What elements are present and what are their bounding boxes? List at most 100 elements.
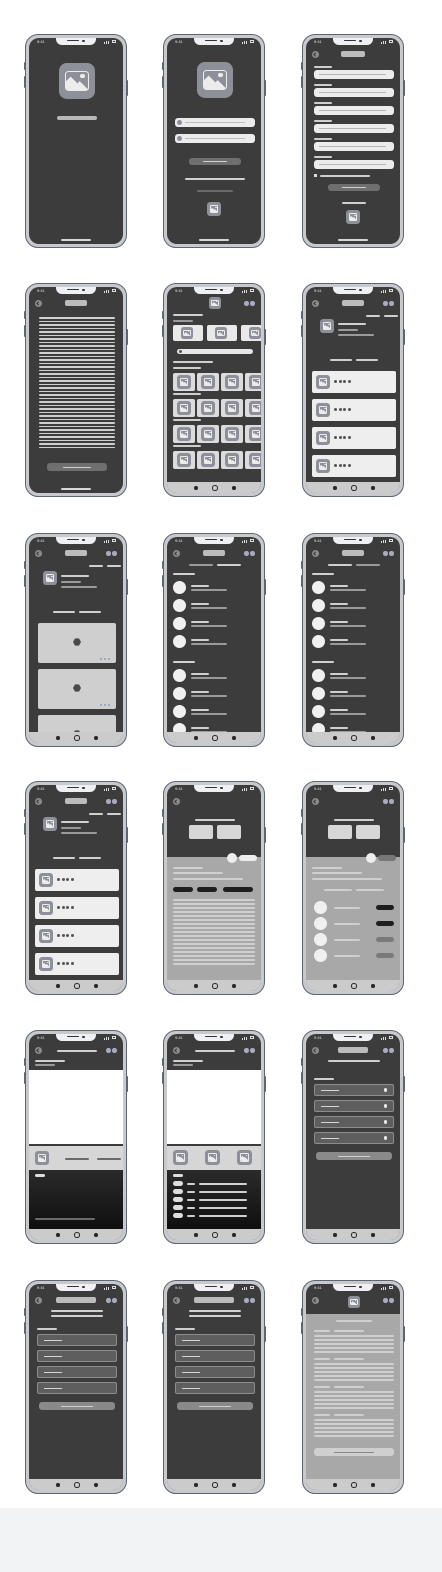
back-arrow-icon[interactable] (312, 1047, 319, 1054)
gallery-item[interactable] (197, 451, 219, 469)
gallery-item[interactable] (197, 425, 219, 443)
tab-camera-icon[interactable] (351, 1482, 357, 1488)
back-arrow-icon[interactable] (35, 1297, 42, 1304)
form-field-4[interactable] (314, 124, 394, 133)
back-arrow-icon[interactable] (173, 798, 180, 805)
featured-card[interactable] (173, 325, 203, 341)
tab-two[interactable] (356, 825, 380, 839)
gallery-item[interactable] (173, 425, 195, 443)
back-arrow-icon[interactable] (35, 798, 42, 805)
list-card[interactable] (312, 399, 396, 421)
tab-profile-icon[interactable] (94, 984, 98, 988)
list-card[interactable] (312, 455, 396, 477)
tab-home-icon[interactable] (56, 984, 60, 988)
tab-camera-icon[interactable] (212, 735, 218, 741)
filter-chip[interactable] (173, 887, 193, 892)
menu-dots-icon[interactable] (383, 551, 394, 556)
gallery-item[interactable] (221, 373, 243, 391)
gallery-item[interactable] (173, 399, 195, 417)
tab-profile-icon[interactable] (232, 1233, 236, 1237)
gallery-item[interactable] (221, 425, 243, 443)
gallery-item[interactable] (173, 373, 195, 391)
form-field-2[interactable] (314, 88, 394, 97)
tab-home-icon[interactable] (333, 984, 337, 988)
form-field-5[interactable] (314, 142, 394, 151)
tab-home-icon[interactable] (194, 736, 198, 740)
menu-row-4[interactable] (314, 1132, 394, 1144)
toggle-switch[interactable] (376, 937, 394, 942)
gallery-item[interactable] (173, 451, 195, 469)
featured-card[interactable] (241, 325, 261, 341)
filter-chip[interactable] (223, 887, 253, 892)
list-card[interactable] (35, 953, 119, 975)
toggle-chip[interactable] (366, 853, 376, 863)
tab-home-icon[interactable] (333, 1233, 337, 1237)
tab-camera-icon[interactable] (74, 983, 80, 989)
menu-row-2[interactable] (314, 1100, 394, 1112)
back-arrow-icon[interactable] (173, 1297, 180, 1304)
gallery-item[interactable] (245, 425, 261, 443)
gallery-item[interactable] (221, 451, 243, 469)
menu-dots-icon[interactable] (383, 1048, 394, 1053)
back-arrow-icon[interactable] (35, 1047, 42, 1054)
back-arrow-icon[interactable] (35, 300, 42, 307)
back-arrow-icon[interactable] (173, 1047, 180, 1054)
menu-dots-icon[interactable] (106, 1048, 117, 1053)
tab-home-icon[interactable] (56, 1233, 60, 1237)
list-row-1[interactable] (37, 1334, 117, 1346)
tab-one[interactable] (189, 825, 213, 839)
back-arrow-icon[interactable] (312, 798, 319, 805)
menu-dots-icon[interactable] (106, 799, 117, 804)
menu-row-3[interactable] (314, 1116, 394, 1128)
list-card[interactable] (312, 427, 396, 449)
toggle-switch[interactable] (376, 905, 394, 910)
back-arrow-icon[interactable] (173, 550, 180, 557)
tab-two[interactable] (217, 825, 241, 839)
toggle-switch[interactable] (376, 953, 394, 958)
toggle-chip[interactable] (239, 855, 257, 861)
tab-camera-icon[interactable] (74, 1482, 80, 1488)
menu-dots-icon[interactable] (383, 1298, 394, 1303)
tab-profile-icon[interactable] (371, 1233, 375, 1237)
menu-row-1[interactable] (314, 1084, 394, 1096)
tab-camera-icon[interactable] (212, 485, 218, 491)
menu-dots-icon[interactable] (106, 1298, 117, 1303)
menu-dots-icon[interactable] (244, 301, 255, 306)
tab-home-icon[interactable] (194, 1233, 198, 1237)
tab-profile-icon[interactable] (232, 736, 236, 740)
tab-camera-icon[interactable] (351, 1232, 357, 1238)
tab-one[interactable] (328, 825, 352, 839)
tab-camera-icon[interactable] (212, 1232, 218, 1238)
back-arrow-icon[interactable] (312, 550, 319, 557)
list-card[interactable] (35, 925, 119, 947)
product-card[interactable] (38, 623, 116, 663)
form-field-6[interactable] (314, 160, 394, 169)
tab-camera-icon[interactable] (351, 485, 357, 491)
thumbnail-image-placeholder-icon[interactable] (35, 1151, 49, 1165)
gallery-item[interactable] (245, 451, 261, 469)
track-button[interactable] (173, 1189, 183, 1194)
tab-profile-icon[interactable] (94, 736, 98, 740)
toggle-switch[interactable] (376, 921, 394, 926)
featured-card[interactable] (207, 325, 237, 341)
tab-camera-icon[interactable] (351, 983, 357, 989)
list-row-2[interactable] (37, 1350, 117, 1362)
tab-profile-icon[interactable] (94, 1483, 98, 1487)
list-row-4[interactable] (37, 1382, 117, 1394)
search-bar[interactable] (177, 349, 253, 354)
tab-camera-icon[interactable] (212, 1482, 218, 1488)
tab-camera-icon[interactable] (74, 735, 80, 741)
toggle-chip[interactable] (227, 853, 237, 863)
thumbnail-image-placeholder-icon[interactable] (237, 1150, 252, 1165)
list-row-3[interactable] (175, 1366, 255, 1378)
menu-dots-icon[interactable] (106, 551, 117, 556)
gallery-item[interactable] (245, 399, 261, 417)
track-button[interactable] (173, 1213, 183, 1218)
track-button[interactable] (173, 1181, 183, 1186)
social-login-icon[interactable] (346, 210, 360, 224)
back-arrow-icon[interactable] (312, 300, 319, 307)
thumbnail-image-placeholder-icon[interactable] (205, 1150, 220, 1165)
tab-profile-icon[interactable] (371, 984, 375, 988)
tab-camera-icon[interactable] (74, 1232, 80, 1238)
tab-home-icon[interactable] (56, 736, 60, 740)
